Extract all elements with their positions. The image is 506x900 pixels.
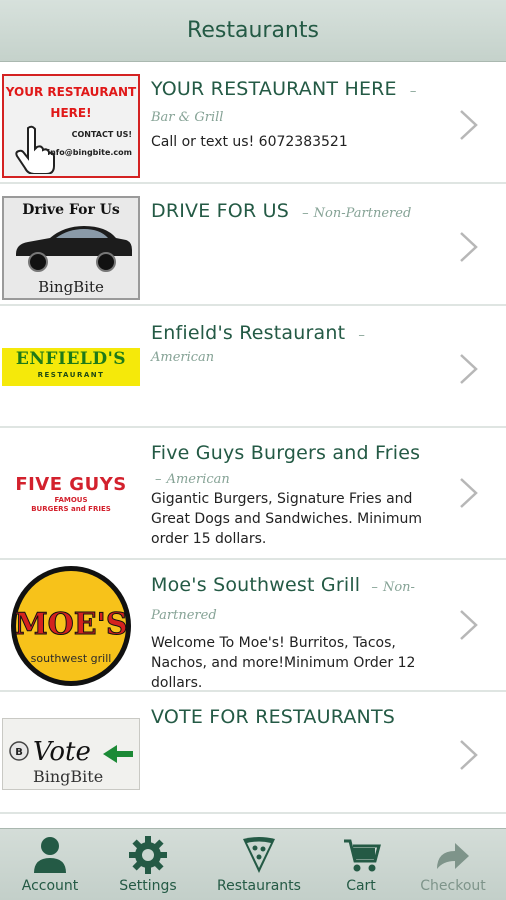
- restaurant-row-your-restaurant[interactable]: YOUR RESTAURANT HERE! CONTACT US! info@b…: [0, 62, 506, 184]
- restaurant-category: Bar & Grill: [151, 110, 224, 125]
- restaurant-title-line: YOUR RESTAURANT HERE – Bar & Grill: [151, 76, 426, 130]
- tab-label: Settings: [119, 878, 177, 894]
- thumb-wordmark: FIVE GUYS: [15, 474, 127, 495]
- tab-bar: Account Settings Restaurants Cart Checko…: [0, 828, 506, 900]
- restaurant-category: American: [166, 472, 230, 487]
- restaurant-thumbnail: MOE'S southwest grill: [2, 564, 140, 688]
- chevron-right-icon: [460, 354, 478, 384]
- restaurant-description: Call or text us! 6072383521: [151, 134, 348, 150]
- restaurant-name: DRIVE FOR US: [151, 200, 289, 222]
- thumb-wordmark: ENFIELD'S: [15, 349, 127, 369]
- restaurant-name: Moe's Southwest Grill: [151, 574, 361, 596]
- restaurant-row-enfields[interactable]: ENFIELD'S RESTAURANT Enfield's Restauran…: [0, 306, 506, 428]
- restaurant-row-vote[interactable]: B Vote BingBite VOTE FOR RESTAURANTS: [0, 692, 506, 814]
- restaurant-name: Five Guys Burgers and Fries: [151, 442, 421, 464]
- restaurant-row-drive-for-us[interactable]: Drive For Us BingBite DRIVE FOR US – Non…: [0, 184, 506, 306]
- restaurant-name: YOUR RESTAURANT HERE: [151, 78, 397, 100]
- restaurant-title-line: Moe's Southwest Grill – Non-Partnered: [151, 572, 426, 629]
- moes-logo: MOE'S southwest grill: [11, 566, 131, 686]
- restaurant-category: American: [151, 350, 215, 365]
- tab-label: Restaurants: [217, 878, 301, 894]
- category-prefix: –: [155, 472, 162, 487]
- thumb-contact: CONTACT US! info@bingbite.com: [47, 130, 132, 157]
- chevron-right-icon: [460, 110, 478, 140]
- restaurant-name: Enfield's Restaurant: [151, 322, 346, 344]
- tab-label: Cart: [346, 878, 376, 894]
- thumb-heading: Drive For Us: [22, 202, 120, 218]
- restaurant-list: YOUR RESTAURANT HERE! CONTACT US! info@b…: [0, 62, 506, 814]
- thumb-sub: RESTAURANT: [37, 371, 105, 379]
- pizza-slice-icon: [243, 837, 275, 873]
- tab-account[interactable]: Account: [0, 829, 100, 900]
- restaurant-info: Five Guys Burgers and Fries – American G…: [151, 440, 426, 549]
- svg-text:southwest grill: southwest grill: [31, 652, 112, 665]
- forward-arrow-icon: [437, 843, 469, 869]
- badge-icon: B: [9, 741, 29, 761]
- thumb-brand: BingBite: [33, 767, 104, 786]
- category-prefix: –: [302, 206, 309, 221]
- restaurant-description: Gigantic Burgers, Signature Fries and Gr…: [151, 491, 423, 547]
- svg-text:B: B: [15, 747, 23, 758]
- svg-text:MOE'S: MOE'S: [14, 607, 127, 642]
- restaurant-thumbnail: FIVE GUYS FAMOUS BURGERS and FRIES: [2, 440, 140, 544]
- tab-label: Account: [21, 878, 79, 894]
- restaurant-category: Non-Partnered: [313, 206, 412, 221]
- restaurant-row-five-guys[interactable]: FIVE GUYS FAMOUS BURGERS and FRIES Five …: [0, 428, 506, 560]
- restaurant-info: Enfield's Restaurant – American: [151, 320, 426, 365]
- chevron-right-icon: [460, 610, 478, 640]
- tab-restaurants[interactable]: Restaurants: [209, 829, 309, 900]
- category-prefix: –: [358, 328, 365, 343]
- arrow-icon: [103, 745, 133, 763]
- tab-checkout[interactable]: Checkout: [403, 829, 503, 900]
- restaurant-title-line: DRIVE FOR US – Non-Partnered: [151, 198, 426, 224]
- chevron-right-icon: [460, 740, 478, 770]
- gear-icon: [129, 836, 167, 874]
- restaurant-thumbnail: Drive For Us BingBite: [2, 196, 140, 300]
- nav-header: Restaurants: [0, 0, 506, 62]
- restaurant-category-line: – American: [155, 468, 426, 487]
- person-icon: [34, 837, 66, 873]
- chevron-right-icon: [460, 232, 478, 262]
- restaurant-info: DRIVE FOR US – Non-Partnered: [151, 198, 426, 224]
- restaurant-title-line: Enfield's Restaurant – American: [151, 320, 426, 365]
- restaurant-thumbnail: B Vote BingBite: [2, 718, 140, 790]
- thumb-heading: YOUR RESTAURANT HERE!: [5, 85, 137, 120]
- page-title: Restaurants: [187, 18, 319, 43]
- thumb-word: Vote: [33, 737, 91, 767]
- tab-cart[interactable]: Cart: [311, 829, 411, 900]
- restaurant-info: YOUR RESTAURANT HERE – Bar & Grill Call …: [151, 76, 426, 152]
- restaurant-description: Welcome To Moe's! Burritos, Tacos, Nacho…: [151, 635, 416, 691]
- restaurant-thumbnail: YOUR RESTAURANT HERE! CONTACT US! info@b…: [2, 74, 140, 178]
- chevron-right-icon: [460, 478, 478, 508]
- category-prefix: –: [371, 580, 378, 595]
- car-icon: [16, 226, 132, 272]
- tab-settings[interactable]: Settings: [98, 829, 198, 900]
- category-prefix: –: [409, 84, 417, 99]
- cart-icon: [344, 839, 381, 872]
- thumb-sub: FAMOUS BURGERS and FRIES: [31, 496, 111, 513]
- thumb-brand: BingBite: [38, 278, 104, 296]
- restaurant-name: VOTE FOR RESTAURANTS: [151, 706, 396, 728]
- restaurant-info: Moe's Southwest Grill – Non-Partnered We…: [151, 572, 426, 693]
- tab-label: Checkout: [420, 878, 486, 894]
- restaurant-info: VOTE FOR RESTAURANTS: [151, 704, 426, 730]
- restaurant-row-moes[interactable]: MOE'S southwest grill Moe's Southwest Gr…: [0, 560, 506, 692]
- restaurant-thumbnail: ENFIELD'S RESTAURANT: [2, 318, 140, 422]
